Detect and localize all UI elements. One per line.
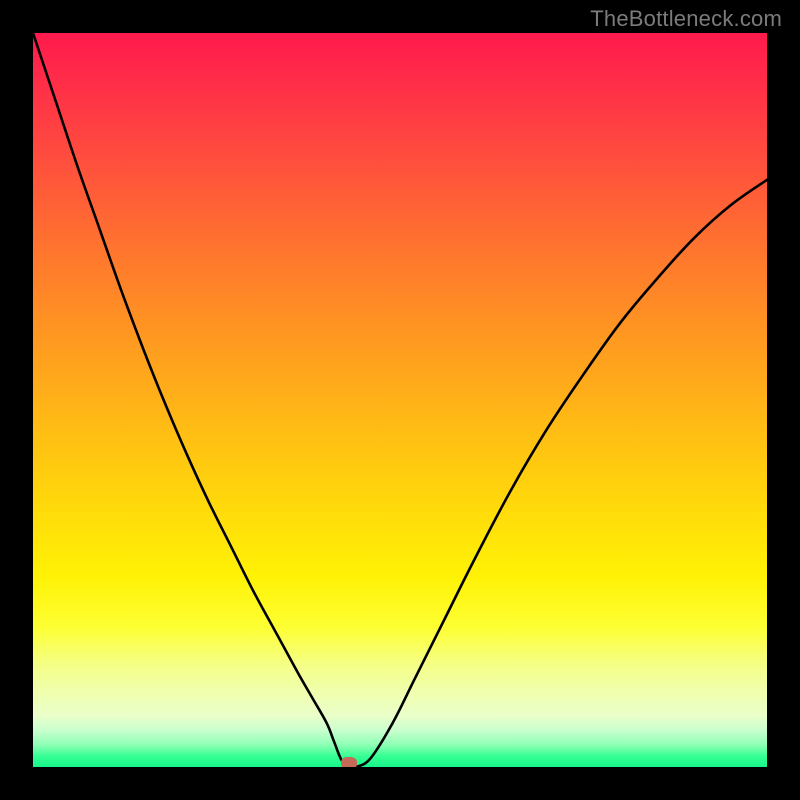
- bottleneck-curve: [33, 33, 767, 767]
- optimal-marker: [341, 757, 357, 767]
- plot-area: [33, 33, 767, 767]
- curve-svg: [33, 33, 767, 767]
- chart-frame: TheBottleneck.com: [0, 0, 800, 800]
- watermark-text: TheBottleneck.com: [590, 6, 782, 32]
